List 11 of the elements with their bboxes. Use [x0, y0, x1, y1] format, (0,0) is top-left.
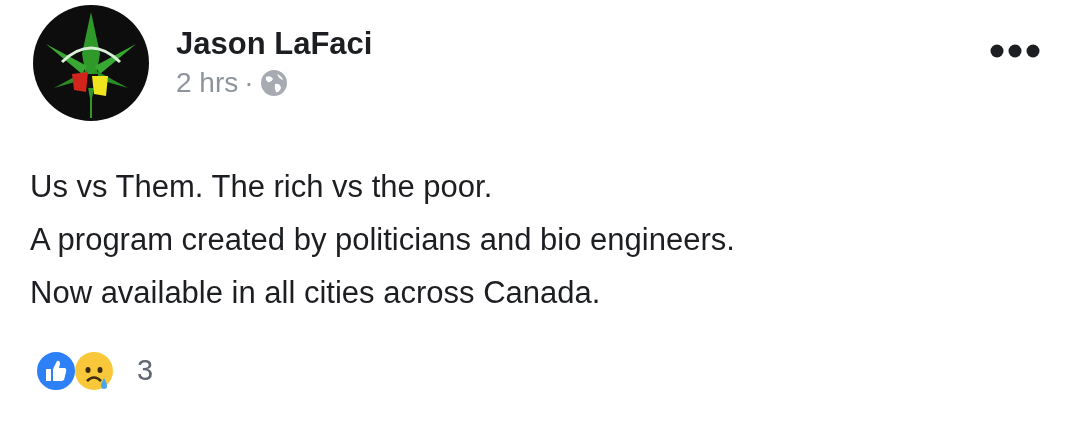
sad-face-icon — [73, 349, 115, 392]
post-text: Us vs Them. The rich vs the poor. — [30, 168, 494, 206]
post-text: A program created by politicians and bio engineers. — [30, 221, 736, 259]
more-options-icon[interactable] — [990, 44, 1040, 58]
author-name[interactable]: Jason LaFaci — [176, 24, 373, 64]
separator: · — [244, 66, 254, 100]
globe-icon — [259, 69, 288, 97]
post-text: Now available in all cities across Canada. — [30, 274, 602, 312]
post-time[interactable]: 2 hrs — [176, 64, 239, 102]
like-icon — [35, 349, 77, 392]
reaction-count[interactable]: 3 — [137, 349, 154, 393]
